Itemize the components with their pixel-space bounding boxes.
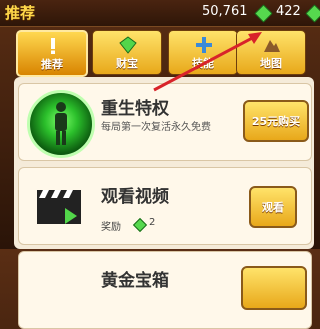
gem-icon	[119, 36, 137, 54]
offer-title: 观看视频	[101, 187, 169, 207]
tab-recommend[interactable]: 推荐	[16, 30, 88, 77]
gem-icon	[305, 4, 320, 23]
offer-description: 每局第一次复活永久免费	[101, 122, 211, 133]
buy-button[interactable]	[241, 266, 307, 310]
gem-count: 422	[276, 4, 301, 19]
pointer-arrow-icon	[153, 32, 262, 92]
revive-avatar-icon	[27, 90, 95, 158]
tab-label: 推荐	[41, 58, 63, 71]
offer-title: 黄金宝箱	[101, 271, 169, 291]
exclamation-icon	[51, 38, 55, 54]
buy-button[interactable]: 25元购买	[243, 100, 309, 142]
reward-count: 2	[149, 217, 156, 228]
gem-icon	[132, 217, 148, 233]
reward-label: 奖励	[101, 222, 121, 233]
page-title: 推荐	[5, 4, 36, 22]
offer-card: 黄金宝箱	[18, 251, 312, 329]
offer-list: 重生特权 每局第一次复活永久免费 25元购买 观看视频 奖励 2 观看 黄金宝箱	[14, 77, 314, 329]
offer-card: 观看视频 奖励 2 观看	[18, 167, 312, 245]
watch-button[interactable]: 观看	[249, 186, 297, 228]
coin-count: 50,761	[202, 4, 248, 19]
clapperboard-icon	[37, 190, 81, 224]
